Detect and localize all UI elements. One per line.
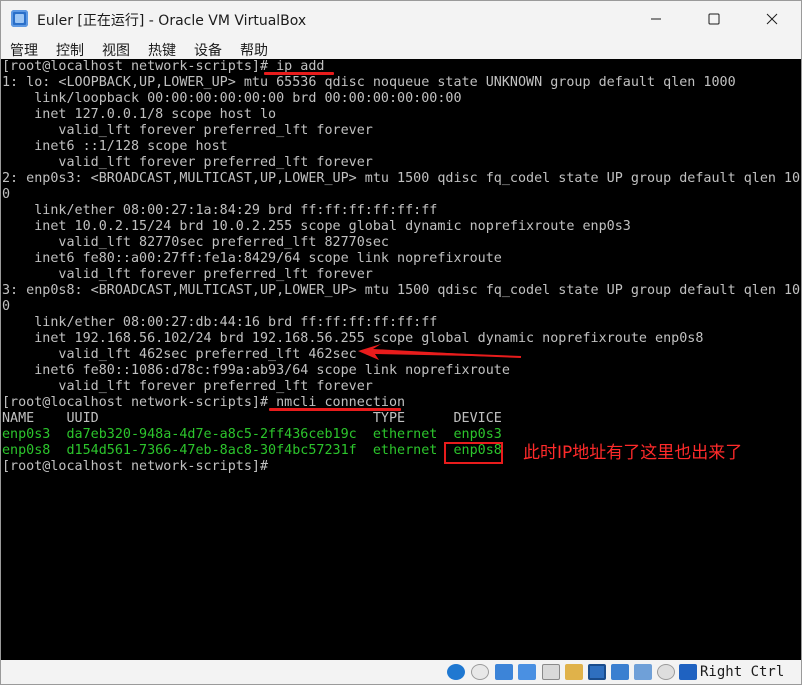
console-line: inet6 ::1/128 scope host [2, 139, 228, 154]
console-line: 1: lo: <LOOPBACK,UP,LOWER_UP> mtu 65536 … [2, 75, 736, 90]
close-icon [766, 13, 778, 25]
nmcli-underline [269, 408, 401, 411]
console-line: NAME UUID TYPE DEVICE [2, 411, 502, 426]
ip-add-underline [264, 72, 334, 75]
window-title: Euler [正在运行] - Oracle VM VirtualBox [37, 13, 307, 29]
hard-disk-icon[interactable] [447, 664, 465, 680]
console-line: enp0s8 d154d561-7366-47eb-8ac8-30f4bc572… [2, 443, 502, 458]
console-line: [root@localhost network-scripts]# [2, 459, 269, 474]
network-icon[interactable] [518, 664, 536, 680]
minimize-icon [651, 18, 661, 20]
console-line: valid_lft 82770sec preferred_lft 82770se… [2, 235, 389, 250]
console-line: 0 [2, 299, 11, 314]
display-icon[interactable] [588, 664, 606, 680]
console-line: 2: enp0s3: <BROADCAST,MULTICAST,UP,LOWER… [2, 171, 801, 186]
console-line: inet6 fe80::1086:d78c:f99a:ab93/64 scope… [2, 363, 510, 378]
menu-devices[interactable]: 设备 [194, 40, 222, 60]
console-line: link/ether 08:00:27:1a:84:29 brd ff:ff:f… [2, 203, 438, 218]
audio-icon[interactable] [495, 664, 513, 680]
console-line: valid_lft forever preferred_lft forever [2, 123, 373, 138]
minimize-button[interactable] [627, 1, 685, 37]
cpu-icon[interactable] [634, 664, 652, 680]
maximize-icon [708, 13, 720, 25]
console-line: valid_lft forever preferred_lft forever [2, 379, 373, 394]
menu-help[interactable]: 帮助 [240, 40, 268, 60]
console-line: inet6 fe80::a00:27ff:fe1a:8429/64 scope … [2, 251, 502, 266]
console-line: inet 127.0.0.1/8 scope host lo [2, 107, 277, 122]
console-line: valid_lft forever preferred_lft forever [2, 267, 373, 282]
virtualbox-app-icon [11, 10, 28, 27]
enp0s8-highlight-box [444, 442, 503, 464]
console-line: link/loopback 00:00:00:00:00:00 brd 00:0… [2, 91, 462, 106]
usb-icon[interactable] [542, 664, 560, 680]
menu-hotkeys[interactable]: 热键 [148, 40, 176, 60]
console-line: 3: enp0s8: <BROADCAST,MULTICAST,UP,LOWER… [2, 283, 801, 298]
virtualbox-window: Euler [正在运行] - Oracle VM VirtualBox 管理 控… [0, 0, 802, 685]
close-button[interactable] [743, 1, 801, 37]
host-key-label: Right Ctrl [700, 664, 785, 680]
annotation-text: 此时IP地址有了这里也出来了 [523, 443, 743, 463]
title-bar[interactable]: Euler [正在运行] - Oracle VM VirtualBox [1, 1, 801, 37]
menu-bar: 管理 控制 视图 热键 设备 帮助 [1, 37, 801, 59]
keyboard-capture-icon[interactable] [679, 664, 697, 680]
maximize-button[interactable] [685, 1, 743, 37]
shared-folder-icon[interactable] [565, 664, 583, 680]
optical-drive-icon[interactable] [471, 664, 489, 680]
menu-manage[interactable]: 管理 [10, 40, 38, 60]
menu-control[interactable]: 控制 [56, 40, 84, 60]
console-line: enp0s3 da7eb320-948a-4d7e-a8c5-2ff436ceb… [2, 427, 502, 442]
console-line: link/ether 08:00:27:db:44:16 brd ff:ff:f… [2, 315, 438, 330]
console-line: valid_lft 462sec preferred_lft 462sec [2, 347, 357, 362]
console-line: 0 [2, 187, 11, 202]
status-bar: Right Ctrl [1, 660, 801, 684]
mouse-integration-icon[interactable] [657, 664, 675, 680]
console-line: inet 10.0.2.15/24 brd 10.0.2.255 scope g… [2, 219, 631, 234]
vm-console-screen[interactable]: [root@localhost network-scripts]# ip add… [1, 59, 801, 660]
video-capture-icon[interactable] [611, 664, 629, 680]
menu-view[interactable]: 视图 [102, 40, 130, 60]
console-line: inet 192.168.56.102/24 brd 192.168.56.25… [2, 331, 704, 346]
console-line: valid_lft forever preferred_lft forever [2, 155, 373, 170]
